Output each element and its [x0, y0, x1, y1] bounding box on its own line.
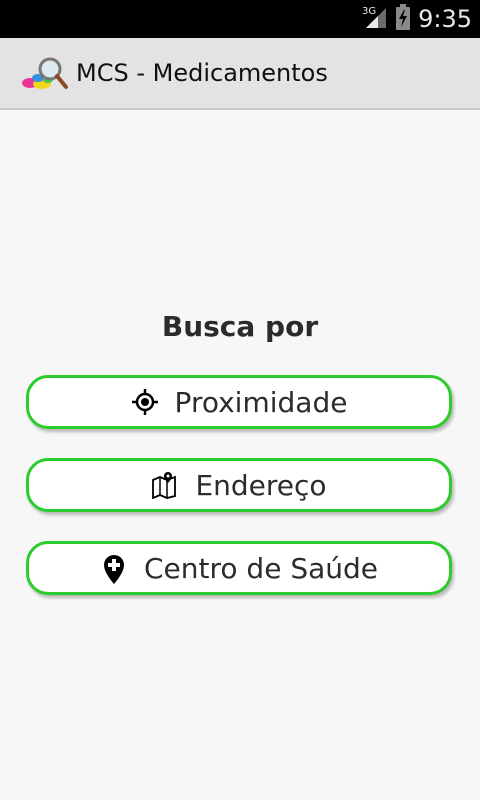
status-bar: 3G 9:35 — [0, 0, 480, 38]
search-heading: Busca por — [161, 310, 319, 343]
proximity-button-label: Proximidade — [174, 385, 348, 419]
status-time: 9:35 — [418, 5, 472, 33]
network-type: 3G — [362, 6, 376, 17]
health-center-button-label: Centro de Saúde — [143, 551, 378, 585]
proximity-button[interactable]: Proximidade — [26, 375, 452, 429]
address-button-label: Endereço — [195, 468, 327, 502]
battery-charging-icon — [396, 4, 411, 34]
health-pin-icon — [100, 554, 128, 584]
pills-magnifier-icon[interactable] — [20, 53, 68, 93]
map-pin-icon — [151, 471, 179, 500]
address-button[interactable]: Endereço — [26, 458, 452, 512]
app-title: MCS - Medicamentos — [76, 59, 328, 87]
main-content: Busca por Proximidade Endereço Centro de… — [0, 110, 480, 800]
health-center-button[interactable]: Centro de Saúde — [26, 541, 452, 595]
status-icons: 3G 9:35 — [362, 0, 472, 38]
signal-3g-icon: 3G — [362, 4, 388, 34]
target-location-icon — [131, 388, 159, 416]
action-bar: MCS - Medicamentos — [0, 38, 480, 110]
